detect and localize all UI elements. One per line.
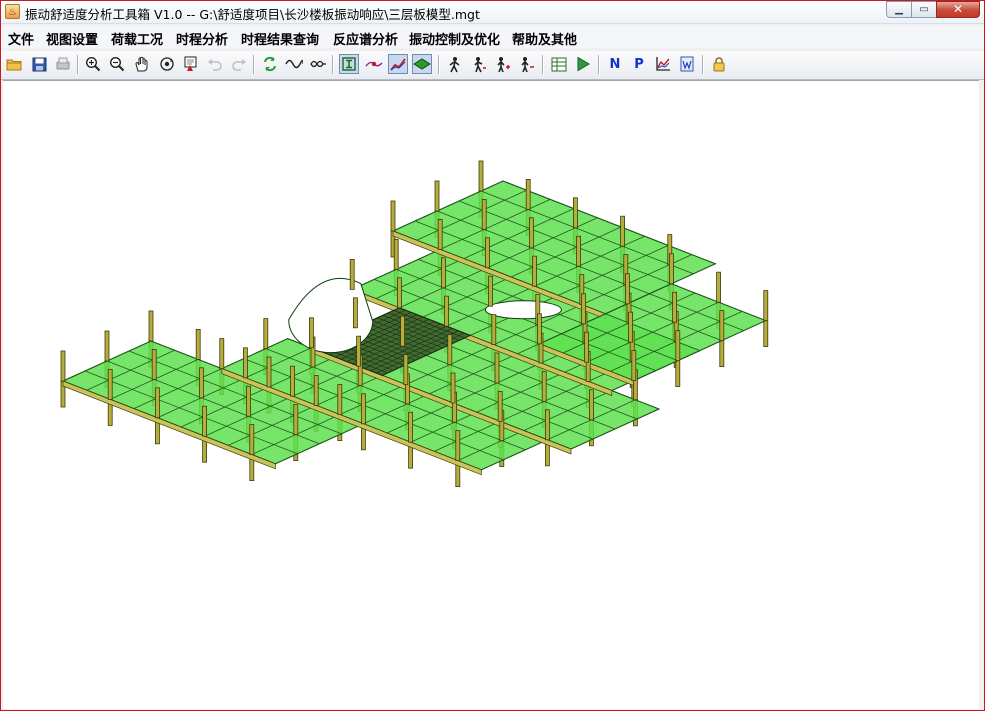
print-icon[interactable]	[53, 54, 73, 74]
menu-help[interactable]: 帮助及其他	[512, 29, 577, 48]
app-window: ♨ 振动舒适度分析工具箱 V1.0 -- G:\舒适度项目\长沙楼板振动响应\三…	[0, 0, 985, 711]
toolbar: N P	[1, 51, 984, 80]
save-icon[interactable]	[29, 54, 49, 74]
model-viewport[interactable]	[3, 80, 979, 709]
zoom-out-icon[interactable]	[107, 54, 127, 74]
open-folder-icon[interactable]	[4, 54, 24, 74]
structural-model-view[interactable]	[3, 81, 979, 709]
menu-response-spectrum[interactable]: 反应谱分析	[333, 29, 398, 48]
close-icon[interactable]: ✕	[936, 1, 980, 18]
line-chart-icon[interactable]	[388, 54, 408, 74]
menu-vibration-control[interactable]: 振动控制及优化	[409, 29, 500, 48]
window-controls: ▁ ▭ ✕	[886, 1, 980, 19]
sine-wave-icon[interactable]	[284, 54, 304, 74]
window-title: 振动舒适度分析工具箱 V1.0 -- G:\舒适度项目\长沙楼板振动响应\三层板…	[25, 7, 480, 22]
menu-bar: 文件 视图设置 荷载工况 时程分析 时程结果查询 反应谱分析 振动控制及优化 帮…	[1, 26, 984, 48]
lock-icon[interactable]	[709, 54, 729, 74]
table-icon[interactable]	[549, 54, 569, 74]
plate-icon[interactable]	[412, 54, 432, 74]
minimize-icon[interactable]: ▁	[886, 1, 912, 18]
zoom-in-icon[interactable]	[83, 54, 103, 74]
menu-time-history-results[interactable]: 时程结果查询	[241, 29, 319, 48]
app-icon[interactable]: ♨	[5, 4, 20, 19]
rotate-view-icon[interactable]	[157, 54, 177, 74]
node-curve-icon[interactable]	[364, 54, 384, 74]
menu-load-cases[interactable]: 荷载工况	[111, 29, 163, 48]
walker-1-icon[interactable]	[445, 54, 465, 74]
undo-icon[interactable]	[205, 54, 225, 74]
report-icon[interactable]	[677, 54, 697, 74]
walker-2-icon[interactable]	[469, 54, 489, 74]
p-letter-icon[interactable]: P	[629, 54, 649, 74]
result-chart-icon[interactable]	[653, 54, 673, 74]
walker-remove-icon[interactable]	[517, 54, 537, 74]
beam-section-icon[interactable]	[339, 54, 359, 74]
menu-time-history[interactable]: 时程分析	[176, 29, 228, 48]
maximize-icon[interactable]: ▭	[911, 1, 937, 18]
walker-add-icon[interactable]	[493, 54, 513, 74]
menu-view-settings[interactable]: 视图设置	[46, 29, 98, 48]
run-icon[interactable]	[573, 54, 593, 74]
n-letter-icon[interactable]: N	[605, 54, 625, 74]
loop-icon[interactable]	[308, 54, 328, 74]
menu-file[interactable]: 文件	[8, 29, 34, 48]
pan-hand-icon[interactable]	[132, 54, 152, 74]
title-bar[interactable]: ♨ 振动舒适度分析工具箱 V1.0 -- G:\舒适度项目\长沙楼板振动响应\三…	[1, 1, 984, 24]
fit-view-icon[interactable]	[181, 54, 201, 74]
redo-icon[interactable]	[229, 54, 249, 74]
refresh-icon[interactable]	[260, 54, 280, 74]
